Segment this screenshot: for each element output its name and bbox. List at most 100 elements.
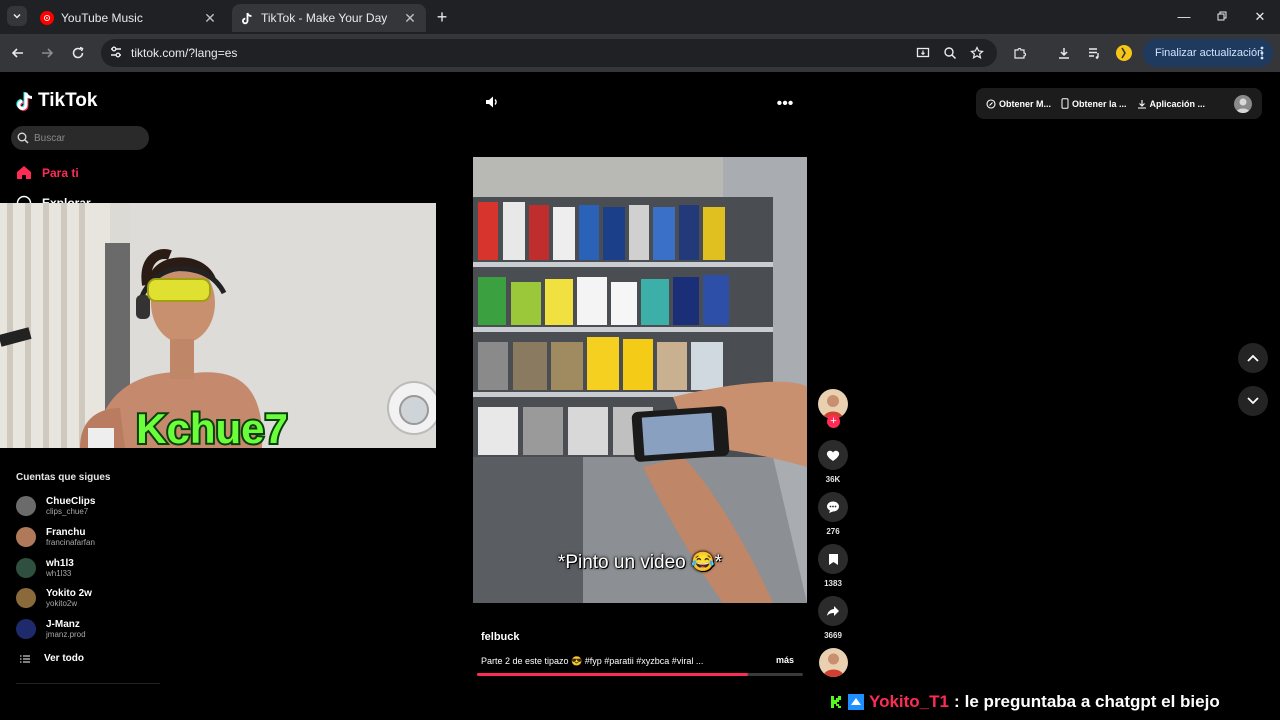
follow-button[interactable]: +	[827, 415, 840, 428]
media-control-button[interactable]	[1084, 43, 1104, 63]
coin-icon	[986, 98, 996, 109]
see-all-button[interactable]: Ver todo	[20, 653, 84, 664]
zoom-icon[interactable]	[942, 45, 958, 61]
address-bar[interactable]: tiktok.com/?lang=es	[101, 39, 997, 67]
update-label: Finalizar actualización	[1155, 47, 1264, 59]
video-author[interactable]: felbuck	[481, 631, 520, 643]
close-tab-icon[interactable]: ✕	[402, 10, 418, 26]
desktop-app-button[interactable]: Aplicación ...	[1137, 99, 1205, 109]
profile-avatar-icon	[1116, 45, 1132, 61]
install-app-icon[interactable]	[915, 45, 931, 61]
account-handle: yokito2w	[46, 599, 78, 608]
top-right-toolbar: Obtener M... Obtener la ... Aplicación .…	[976, 88, 1262, 119]
get-app-button[interactable]: Obtener la ...	[1061, 98, 1127, 109]
followed-account[interactable]: Franchu francinafarfan	[16, 523, 176, 551]
get-coins-label: Obtener M...	[999, 98, 1052, 109]
volume-icon	[486, 96, 497, 108]
more-description-link[interactable]: más	[776, 655, 794, 665]
downloads-button[interactable]	[1054, 43, 1074, 63]
tiktok-icon	[240, 11, 254, 25]
browser-tab-bar: YouTube Music ✕ TikTok - Make Your Day ✕…	[0, 0, 1280, 34]
more-options-button[interactable]: •••	[775, 94, 795, 114]
forward-button[interactable]	[37, 43, 57, 63]
chevron-down-icon	[1247, 397, 1259, 405]
tab-search-button[interactable]	[7, 6, 27, 26]
video-player[interactable]: *Pinto un video 😂*	[473, 157, 807, 603]
tiktok-logo[interactable]: TikTok	[15, 90, 97, 112]
divider	[16, 683, 160, 684]
search-input[interactable]	[34, 132, 144, 144]
followed-account[interactable]: wh1l3 wh1l33	[16, 554, 176, 582]
tab-tiktok[interactable]: TikTok - Make Your Day ✕	[232, 4, 426, 32]
download-icon	[1137, 99, 1146, 109]
close-tab-icon[interactable]: ✕	[202, 10, 218, 26]
video-caption-overlay: *Pinto un video 😂*	[557, 552, 723, 573]
tiktok-logo-icon	[16, 91, 33, 111]
url-text: tiktok.com/?lang=es	[131, 46, 238, 60]
more-vert-icon[interactable]	[1260, 46, 1264, 63]
avatar	[16, 527, 36, 547]
home-icon	[17, 166, 31, 179]
see-all-label: Ver todo	[44, 653, 85, 664]
arrow-left-icon	[11, 48, 23, 58]
restore-icon	[1217, 11, 1227, 21]
music-disc[interactable]	[819, 648, 848, 677]
arrow-right-icon	[42, 48, 54, 58]
restore-button[interactable]	[1212, 7, 1232, 27]
next-video-button[interactable]	[1238, 386, 1268, 416]
site-settings-icon[interactable]	[109, 45, 123, 64]
account-name: Yokito 2w	[46, 588, 92, 599]
reload-button[interactable]	[68, 43, 88, 63]
browser-toolbar: tiktok.com/?lang=es Finalizar actualizac…	[0, 34, 1280, 72]
tab-title: YouTube Music	[61, 11, 143, 25]
chat-separator: :	[953, 692, 960, 711]
account-handle: jmanz.prod	[46, 630, 86, 639]
profile-button[interactable]	[1114, 43, 1134, 63]
video-description: Parte 2 de este tipazo 😎 #fyp #paratii #…	[481, 656, 704, 666]
comment-icon	[827, 501, 839, 513]
volume-button[interactable]	[484, 94, 504, 114]
minimize-button[interactable]: —	[1174, 7, 1194, 27]
chat-text: le preguntaba a chatgpt el biejo	[964, 692, 1220, 711]
finish-update-button[interactable]: Finalizar actualización	[1143, 39, 1273, 67]
verified-badge-icon	[848, 694, 864, 710]
followed-account[interactable]: Yokito 2w yokito2w	[16, 584, 176, 612]
like-button[interactable]	[818, 440, 848, 470]
share-button[interactable]	[818, 596, 848, 626]
video-frame-image	[473, 157, 807, 603]
get-coins-button[interactable]: Obtener M...	[986, 99, 1051, 109]
playlist-icon	[1089, 48, 1099, 59]
followed-account[interactable]: ChueClips clips_chue7	[16, 492, 176, 520]
puzzle-icon	[1014, 47, 1027, 59]
account-handle: wh1l33	[46, 569, 72, 578]
bookmark-star-icon[interactable]	[969, 45, 985, 61]
stream-chat-message: Yokito_T1 : le preguntaba a chatgpt el b…	[829, 692, 1220, 712]
save-button[interactable]	[818, 544, 848, 574]
user-avatar[interactable]	[1234, 95, 1252, 113]
close-window-button[interactable]: ✕	[1250, 7, 1270, 27]
get-app-label: Obtener la ...	[1072, 98, 1127, 109]
new-tab-button[interactable]: +	[432, 7, 452, 27]
account-name: wh1l3	[46, 558, 74, 569]
nav-for-you[interactable]: Para ti	[16, 165, 79, 180]
comment-button[interactable]	[818, 492, 848, 522]
video-progress-bar[interactable]	[477, 673, 803, 676]
account-handle: clips_chue7	[46, 507, 89, 516]
search-icon	[17, 132, 29, 144]
tab-title: TikTok - Make Your Day	[261, 11, 388, 25]
download-icon	[1059, 48, 1069, 59]
share-icon	[827, 606, 839, 616]
account-name: ChueClips	[46, 496, 96, 507]
account-name: J-Manz	[46, 619, 80, 630]
avatar	[16, 588, 36, 608]
account-handle: francinafarfan	[46, 538, 95, 547]
followed-account[interactable]: J-Manz jmanz.prod	[16, 615, 176, 643]
back-button[interactable]	[8, 43, 28, 63]
extensions-button[interactable]	[1010, 43, 1030, 63]
previous-video-button[interactable]	[1238, 343, 1268, 373]
following-accounts-title: Cuentas que sigues	[16, 472, 111, 483]
share-count: 3669	[824, 631, 842, 640]
phone-icon	[1061, 98, 1069, 109]
search-bar[interactable]	[11, 126, 149, 150]
tab-youtube-music[interactable]: YouTube Music ✕	[32, 4, 226, 32]
